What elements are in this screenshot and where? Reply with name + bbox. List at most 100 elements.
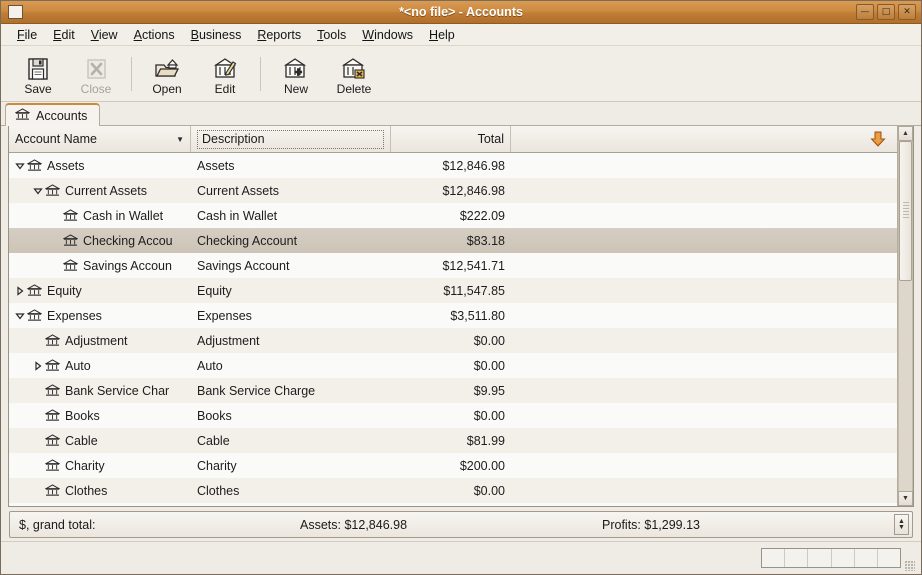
table-row[interactable]: Cash in Wallet Cash in Wallet $222.09 xyxy=(9,203,897,228)
cell-description: Checking Account xyxy=(197,233,298,248)
menu-tools[interactable]: Tools xyxy=(309,26,354,44)
menu-view[interactable]: View xyxy=(83,26,126,44)
scroll-down-button[interactable]: ▼ xyxy=(898,491,913,506)
column-header-account-name[interactable]: Account Name ▼ xyxy=(9,126,191,152)
menu-windows[interactable]: Windows xyxy=(354,26,421,44)
window-title: *<no file> - Accounts xyxy=(399,5,523,19)
menu-business[interactable]: Business xyxy=(183,26,250,44)
table-row[interactable]: Auto Auto $0.00 xyxy=(9,353,897,378)
close-x-icon xyxy=(83,54,109,82)
chevron-down-icon[interactable] xyxy=(13,309,27,323)
column-header-total[interactable]: Total xyxy=(391,126,511,152)
summary-spinner[interactable]: ▲ ▼ xyxy=(894,514,909,535)
column-header-description-label: Description xyxy=(197,129,384,149)
cell-account-name: Equity xyxy=(9,284,191,298)
delete-label: Delete xyxy=(336,81,372,96)
edit-button[interactable]: Edit xyxy=(196,52,254,96)
cell-description: Auto xyxy=(197,358,223,373)
account-bank-icon xyxy=(26,308,43,323)
spinner-down-icon[interactable]: ▼ xyxy=(898,524,905,531)
cell-total: $222.09 xyxy=(459,208,505,223)
table-row[interactable]: Expenses Expenses $3,511.80 xyxy=(9,303,897,328)
table-row[interactable]: Assets Assets $12,846.98 xyxy=(9,153,897,178)
cell-total: $0.00 xyxy=(473,483,505,498)
account-bank-icon xyxy=(44,358,61,373)
chevron-right-icon[interactable] xyxy=(31,359,45,373)
scrollbar-thumb[interactable] xyxy=(899,141,912,281)
table-row[interactable]: Savings Accoun Savings Account $12,541.71 xyxy=(9,253,897,278)
chevron-right-icon[interactable] xyxy=(13,284,27,298)
window-menu-icon[interactable] xyxy=(8,5,23,19)
menu-bar: File Edit View Actions Business Reports Tools W… xyxy=(1,24,921,46)
cell-account-name: Auto xyxy=(9,359,191,373)
menu-reports[interactable]: Reports xyxy=(249,26,309,44)
cell-description: Clothes xyxy=(197,483,240,498)
scroll-up-button[interactable]: ▲ xyxy=(898,126,913,141)
summary-bar: $, grand total: Assets: $12,846.98 Profi… xyxy=(9,511,913,538)
table-row[interactable]: Charity Charity $200.00 xyxy=(9,453,897,478)
menu-actions[interactable]: Actions xyxy=(126,26,183,44)
table-row[interactable]: Books Books $0.00 xyxy=(9,403,897,428)
toolbar-separator xyxy=(131,56,132,91)
grand-total-label: $, grand total: xyxy=(19,517,96,532)
chevron-down-icon[interactable] xyxy=(13,159,27,173)
table-row[interactable]: Checking Accou Checking Account $83.18 xyxy=(9,228,897,253)
menu-file[interactable]: File xyxy=(9,26,45,44)
menu-help[interactable]: Help xyxy=(421,26,463,44)
account-name-text: Cash in Wallet xyxy=(83,208,164,223)
down-arrow-icon[interactable] xyxy=(869,130,887,148)
maximize-button[interactable]: □ xyxy=(877,4,895,20)
table-row[interactable]: Clothes Clothes $0.00 xyxy=(9,478,897,503)
open-folder-icon xyxy=(153,54,181,82)
cell-description: Current Assets xyxy=(197,183,279,198)
table-row[interactable]: Cable Cable $81.99 xyxy=(9,428,897,453)
tab-accounts[interactable]: Accounts xyxy=(5,103,101,126)
accounts-tree: Account Name ▼ Description Total Assets … xyxy=(9,126,897,506)
cell-total: $200.00 xyxy=(459,458,505,473)
open-button[interactable]: Open xyxy=(138,52,196,96)
resize-grip-icon[interactable] xyxy=(905,561,915,571)
new-account-icon xyxy=(283,54,309,82)
cell-description: Adjustment xyxy=(197,333,260,348)
account-name-text: Bank Service Char xyxy=(65,383,170,398)
edit-label: Edit xyxy=(214,81,236,96)
close-button-toolbar[interactable]: Close xyxy=(67,52,125,96)
status-bar xyxy=(1,541,921,574)
tree-rows[interactable]: Assets Assets $12,846.98 Current Assets Curr… xyxy=(9,153,897,506)
delete-button[interactable]: Delete xyxy=(325,52,383,96)
menu-edit[interactable]: Edit xyxy=(45,26,83,44)
table-row[interactable]: Equity Equity $11,547.85 xyxy=(9,278,897,303)
cell-total: $12,846.98 xyxy=(442,158,505,173)
close-button[interactable]: ✕ xyxy=(898,4,916,20)
account-bank-icon xyxy=(44,183,61,198)
chevron-down-icon[interactable] xyxy=(31,184,45,198)
table-row[interactable]: Bank Service Char Bank Service Charge $9.9… xyxy=(9,378,897,403)
new-button[interactable]: New xyxy=(267,52,325,96)
cell-total: $0.00 xyxy=(473,358,505,373)
scrollbar-track[interactable] xyxy=(898,141,913,491)
cell-total: $12,541.71 xyxy=(442,258,505,273)
account-name-text: Books xyxy=(65,408,100,423)
cell-description: Savings Account xyxy=(197,258,290,273)
tab-strip: Accounts xyxy=(1,102,921,126)
account-name-text: Cable xyxy=(65,433,98,448)
cell-total: $12,846.98 xyxy=(442,183,505,198)
application-window: *<no file> - Accounts — □ ✕ File Edit View… xyxy=(0,0,922,575)
table-row[interactable]: Current Assets Current Assets $12,846.98 xyxy=(9,178,897,203)
cell-description: Cable xyxy=(197,433,230,448)
vertical-scrollbar[interactable]: ▲ ▼ xyxy=(897,126,913,506)
table-row[interactable]: Adjustment Adjustment $0.00 xyxy=(9,328,897,353)
cell-account-name: Adjustment xyxy=(9,334,191,348)
save-button[interactable]: Save xyxy=(9,52,67,96)
minimize-button[interactable]: — xyxy=(856,4,874,20)
summary-assets: Assets: $12,846.98 xyxy=(300,517,408,532)
floppy-disk-icon xyxy=(25,54,51,82)
toolbar-separator-2 xyxy=(260,56,261,91)
column-header-description[interactable]: Description xyxy=(191,126,391,152)
